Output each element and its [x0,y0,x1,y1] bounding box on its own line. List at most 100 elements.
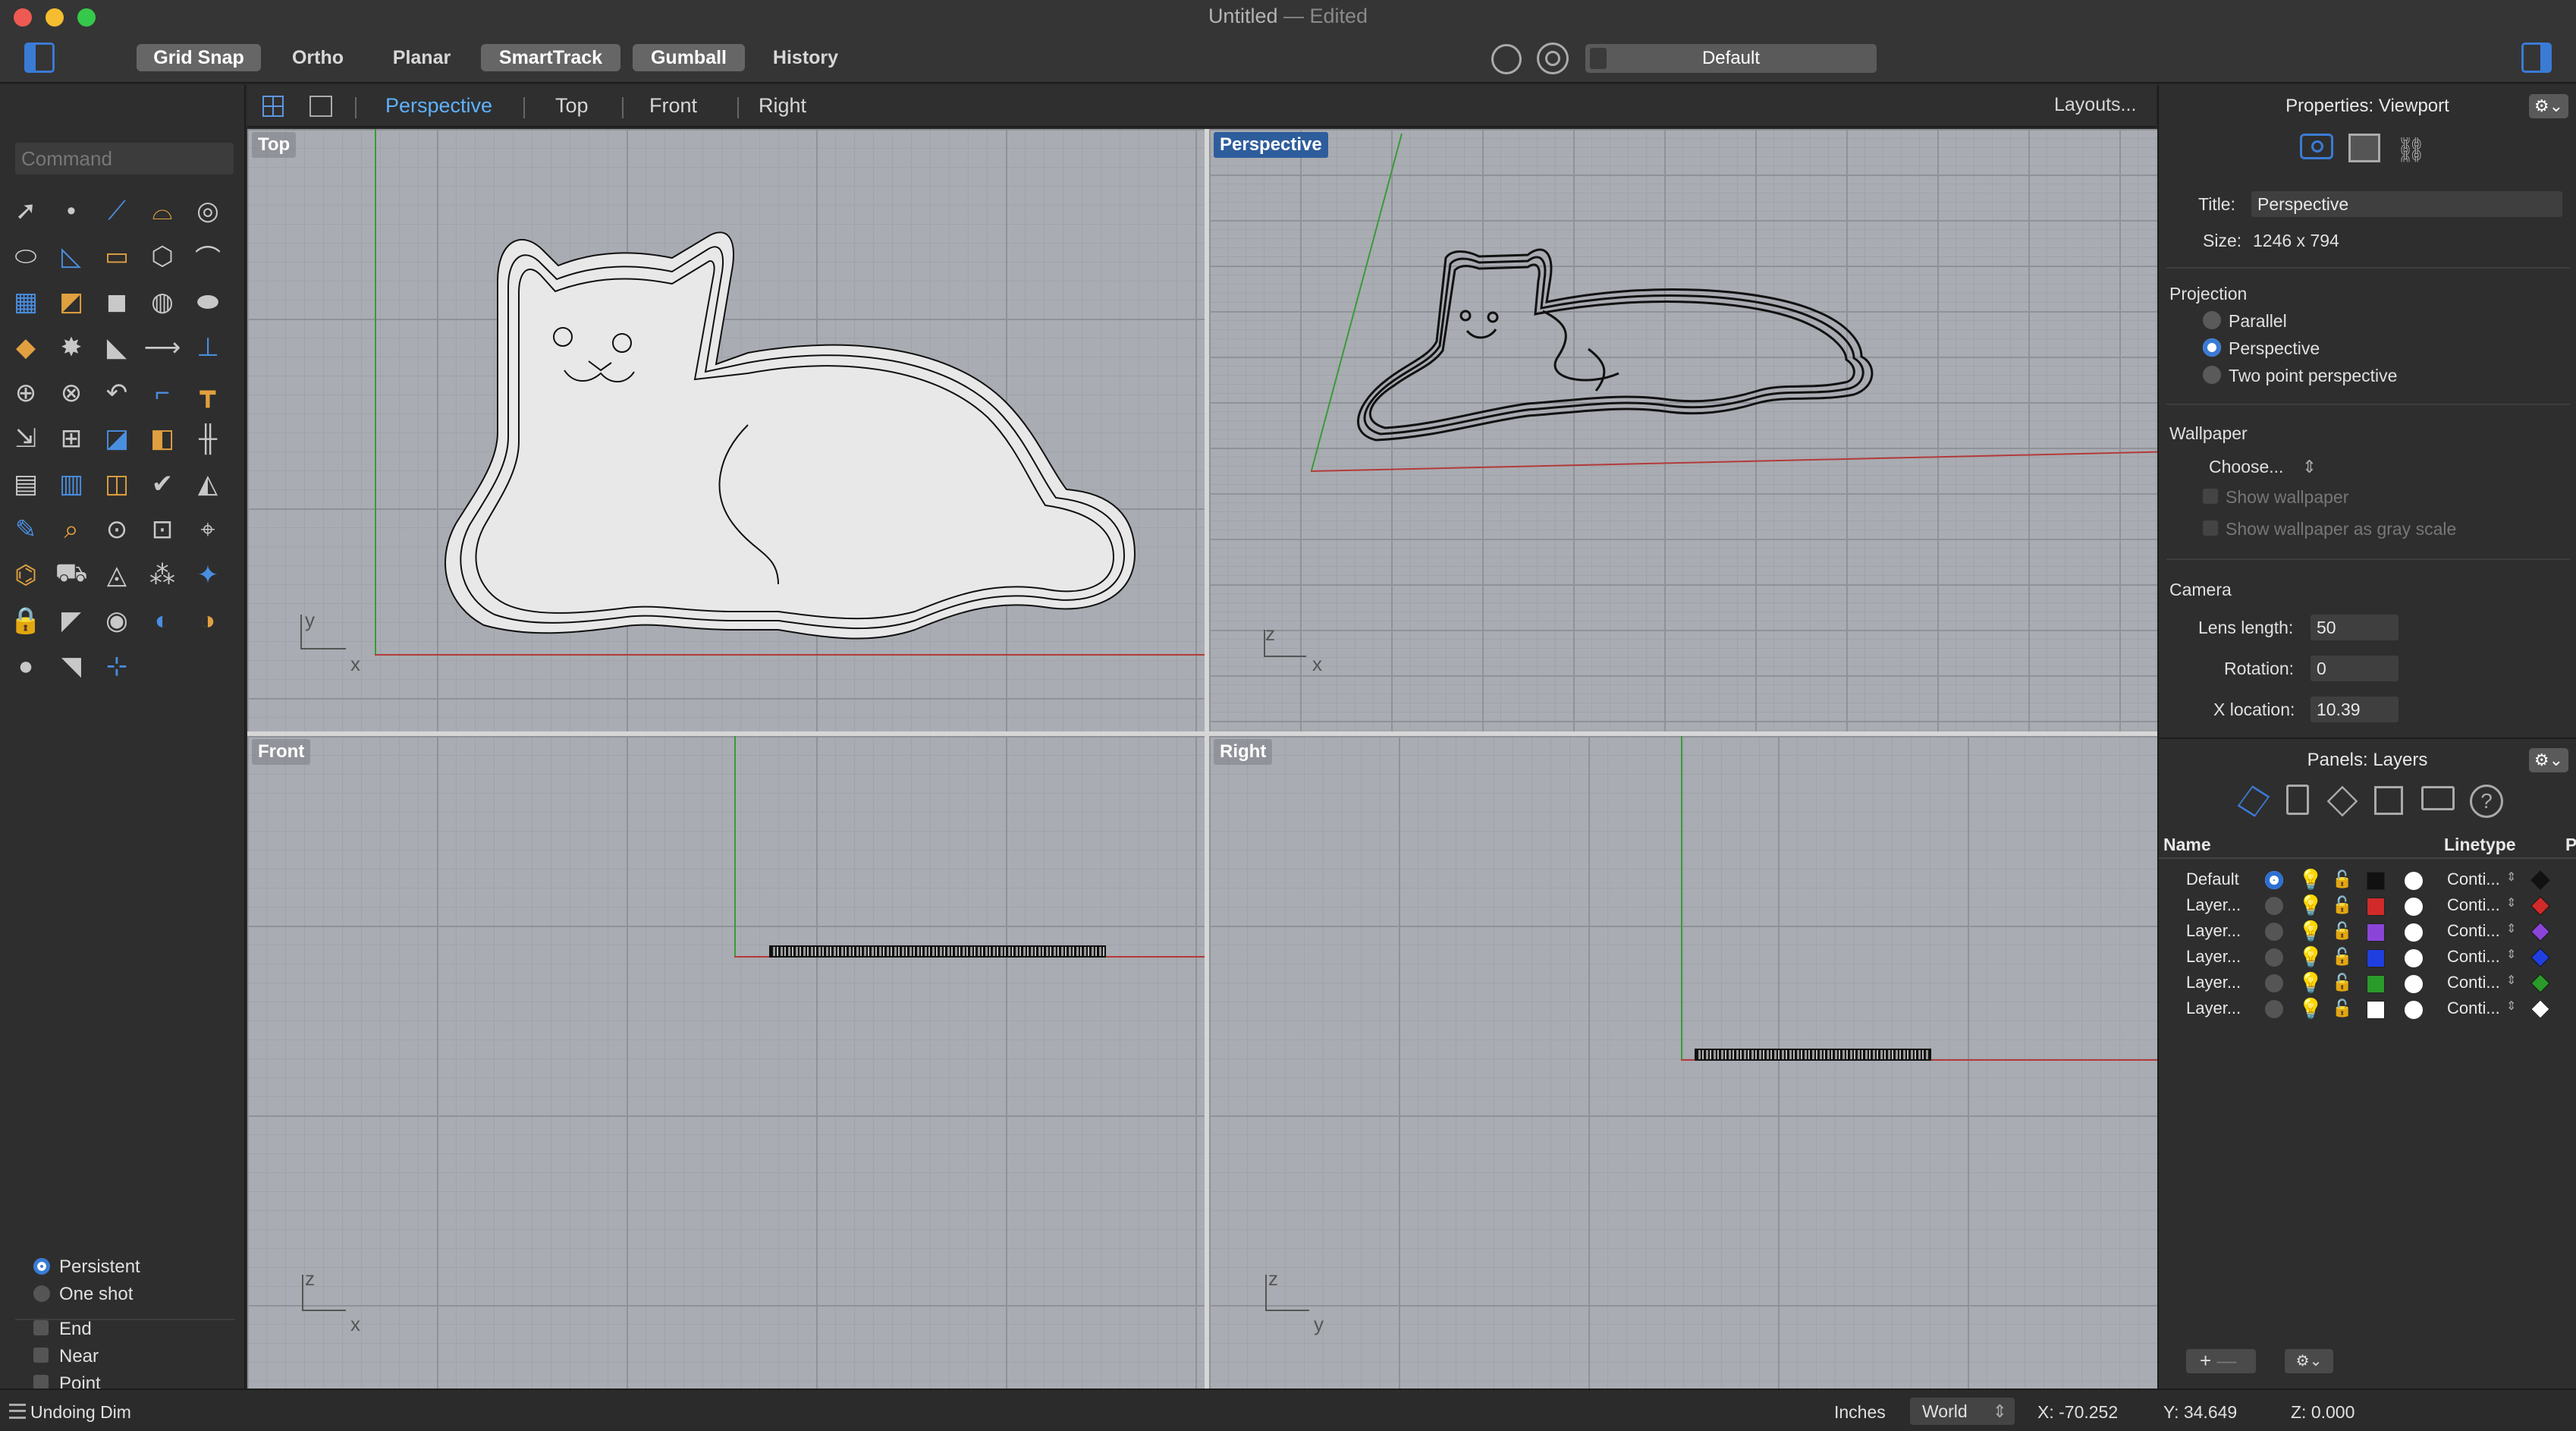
tool-button[interactable]: ➚ [6,191,46,231]
document-icon[interactable] [2286,785,2309,815]
tool-button[interactable]: ⌬ [6,555,46,595]
viewport-label-perspective[interactable]: Perspective [1214,132,1328,158]
print-color-icon[interactable] [2530,973,2550,993]
tool-button[interactable]: ⇲ [6,419,46,458]
tool-button[interactable]: ⛟ [52,555,91,595]
current-layer-radio[interactable] [2265,974,2283,992]
tool-button[interactable]: ◆ [6,328,46,367]
material-icon[interactable] [2405,898,2423,916]
tool-button[interactable]: ◥ [52,646,91,686]
help-icon[interactable]: ? [2470,785,2503,818]
viewport-splitter-vertical[interactable] [1205,129,1209,1389]
smarttrack-toggle[interactable]: SmartTrack [481,44,620,71]
tool-button[interactable]: ⊕ [6,373,46,413]
single-viewport-layout-icon[interactable] [309,96,332,117]
column-linetype[interactable]: Linetype [2444,835,2516,855]
tool-button[interactable]: ↶ [97,373,137,413]
command-input[interactable]: Command [15,143,234,175]
lock-icon[interactable]: 🔓 [2332,947,2352,967]
layouts-button[interactable]: Layouts... [2054,94,2136,116]
lock-icon[interactable]: 🔓 [2332,921,2352,941]
tool-button[interactable]: ⁂ [143,555,182,595]
lock-icon[interactable]: 🔓 [2332,895,2352,915]
tool-button[interactable]: ▤ [6,464,46,504]
layer-row[interactable]: Layer... 💡 🔓 Conti... ⇕ [2159,970,2576,995]
link-chain-icon[interactable]: ⛓ [2395,135,2427,163]
layer-row[interactable]: Layer... 💡 🔓 Conti... ⇕ [2159,944,2576,970]
tool-button[interactable]: ◺ [52,237,91,276]
lightbulb-icon[interactable]: 💡 [2298,997,2323,1021]
gumball-toggle[interactable]: Gumball [633,44,745,71]
tool-button[interactable]: ◼ [97,282,137,322]
tool-button[interactable]: ◫ [97,464,137,504]
material-icon[interactable] [2405,872,2423,890]
projection-parallel-radio[interactable] [2203,311,2221,329]
tool-button[interactable]: ⬡ [143,237,182,276]
tool-button[interactable]: ◪ [97,419,137,458]
viewport-top[interactable]: Top y x [247,129,1205,731]
material-icon[interactable] [2405,975,2423,993]
tab-top[interactable]: Top [555,94,589,118]
tool-button[interactable]: ⊗ [52,373,91,413]
layer-options-gear-button[interactable]: ⚙︎⌄ [2285,1349,2333,1373]
tool-button[interactable]: ▥ [52,464,91,504]
tool-button[interactable]: ▭ [97,237,137,276]
display-mode-select[interactable]: Default [1585,44,1877,73]
print-color-icon[interactable] [2530,896,2550,916]
units-label[interactable]: Inches [1834,1402,1886,1423]
tool-button[interactable]: ✎ [6,510,46,549]
show-wallpaper-checkbox[interactable] [2203,489,2218,504]
lightbulb-icon[interactable]: 💡 [2298,971,2323,995]
layer-color-swatch[interactable] [2367,872,2385,890]
layer-linetype[interactable]: Conti... [2447,895,2500,915]
viewport-front[interactable]: Front z x [247,736,1205,1389]
tool-button[interactable]: ◍ [143,282,182,322]
tool-button[interactable]: ┳ [188,373,228,413]
current-layer-radio[interactable] [2265,871,2283,889]
tool-button[interactable]: ◩ [52,282,91,322]
tool-button[interactable]: ◭ [188,464,228,504]
lock-icon[interactable]: 🔓 [2332,999,2352,1018]
tool-button[interactable]: ◣ [97,328,137,367]
tool-button[interactable]: ╫ [188,419,228,458]
material-icon[interactable] [2405,923,2423,942]
projection-perspective-radio[interactable] [2203,338,2221,357]
tool-button[interactable]: ⊹ [97,646,137,686]
show-wallpaper-gray-checkbox[interactable] [2203,521,2218,536]
print-color-icon[interactable] [2530,870,2550,890]
camera-icon[interactable] [2300,134,2333,159]
ortho-toggle[interactable]: Ortho [278,44,358,71]
tool-button[interactable]: ◧ [143,419,182,458]
viewport-label-front[interactable]: Front [252,739,311,765]
layer-color-swatch[interactable] [2367,949,2385,967]
current-layer-radio[interactable] [2265,923,2283,941]
viewport-label-right[interactable]: Right [1214,739,1273,765]
tool-button[interactable]: 🔒 [6,601,46,640]
tool-button[interactable]: ◑ [188,601,228,640]
tool-button[interactable]: • [52,191,91,231]
osnap-target-icon[interactable] [1537,42,1569,74]
tool-button[interactable]: ● [6,646,46,686]
layer-row[interactable]: Layer... 💡 🔓 Conti... ⇕ [2159,995,2576,1021]
print-color-icon[interactable] [2530,999,2550,1019]
tool-button[interactable]: ◎ [188,191,228,231]
tab-right[interactable]: Right [759,94,806,118]
command-history-icon[interactable] [9,1404,26,1419]
tool-button[interactable]: ◤ [52,601,91,640]
cplane-select[interactable]: World ⇕ [1910,1398,2015,1425]
add-layer-button[interactable]: + — [2186,1349,2256,1373]
rotation-field[interactable]: 0 [2311,656,2399,681]
tool-button[interactable]: ⊙ [97,510,137,549]
tool-button[interactable]: ✔ [143,464,182,504]
tool-button[interactable]: ⌒ [188,237,228,276]
viewport-splitter-horizontal[interactable] [247,731,2157,736]
lock-icon[interactable]: 🔓 [2332,870,2352,889]
layer-linetype[interactable]: Conti... [2447,947,2500,967]
tool-button[interactable]: ◉ [97,601,137,640]
layers-stack-icon[interactable] [2237,785,2270,817]
layer-color-swatch[interactable] [2367,898,2385,916]
grid-snap-toggle[interactable]: Grid Snap [137,44,261,71]
layer-color-swatch[interactable] [2367,975,2385,993]
layer-row[interactable]: Layer... 💡 🔓 Conti... ⇕ [2159,918,2576,944]
material-icon[interactable] [2405,949,2423,967]
